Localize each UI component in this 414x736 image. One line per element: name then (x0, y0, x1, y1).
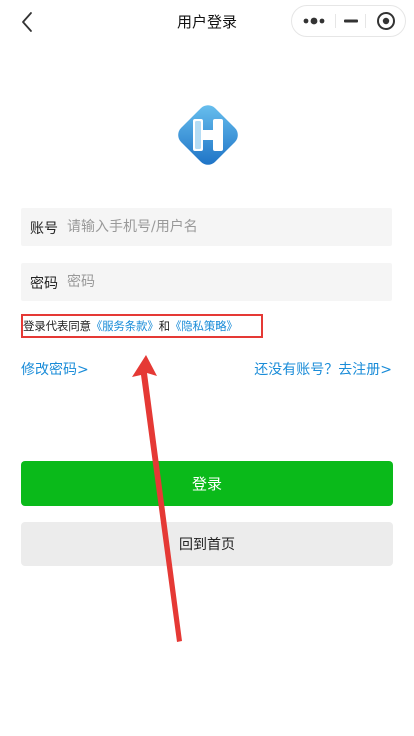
close-button[interactable] (366, 6, 405, 36)
minimize-icon (344, 19, 358, 23)
login-button[interactable]: 登录 (21, 461, 393, 506)
app-logo (169, 97, 247, 173)
navigation-bar: 用户登录 (0, 0, 414, 44)
target-circle-icon (377, 12, 395, 30)
agreement-conjunction: 和 (158, 319, 171, 333)
more-button[interactable] (292, 6, 335, 36)
password-label: 密码 (30, 276, 58, 292)
back-to-home-button[interactable]: 回到首页 (21, 522, 393, 566)
account-input[interactable] (67, 212, 382, 242)
account-field: 账号 (21, 208, 392, 246)
terms-of-service-link[interactable]: 《服务条款》 (91, 319, 159, 333)
account-label: 账号 (30, 221, 58, 237)
mini-program-capsule (291, 5, 406, 37)
agreement-prefix: 登录代表同意 (23, 319, 91, 333)
register-link[interactable]: 还没有账号？去注册> (254, 359, 392, 379)
app-logo-icon (178, 105, 238, 165)
agreement-text: 登录代表同意《服务条款》和《隐私策略》 (23, 318, 238, 334)
change-password-link[interactable]: 修改密码> (21, 359, 89, 379)
password-field: 密码 (21, 263, 392, 301)
minimize-button[interactable] (336, 6, 365, 36)
privacy-policy-link[interactable]: 《隐私策略》 (170, 319, 238, 333)
more-dots-icon (303, 17, 325, 25)
password-input[interactable] (67, 267, 382, 297)
